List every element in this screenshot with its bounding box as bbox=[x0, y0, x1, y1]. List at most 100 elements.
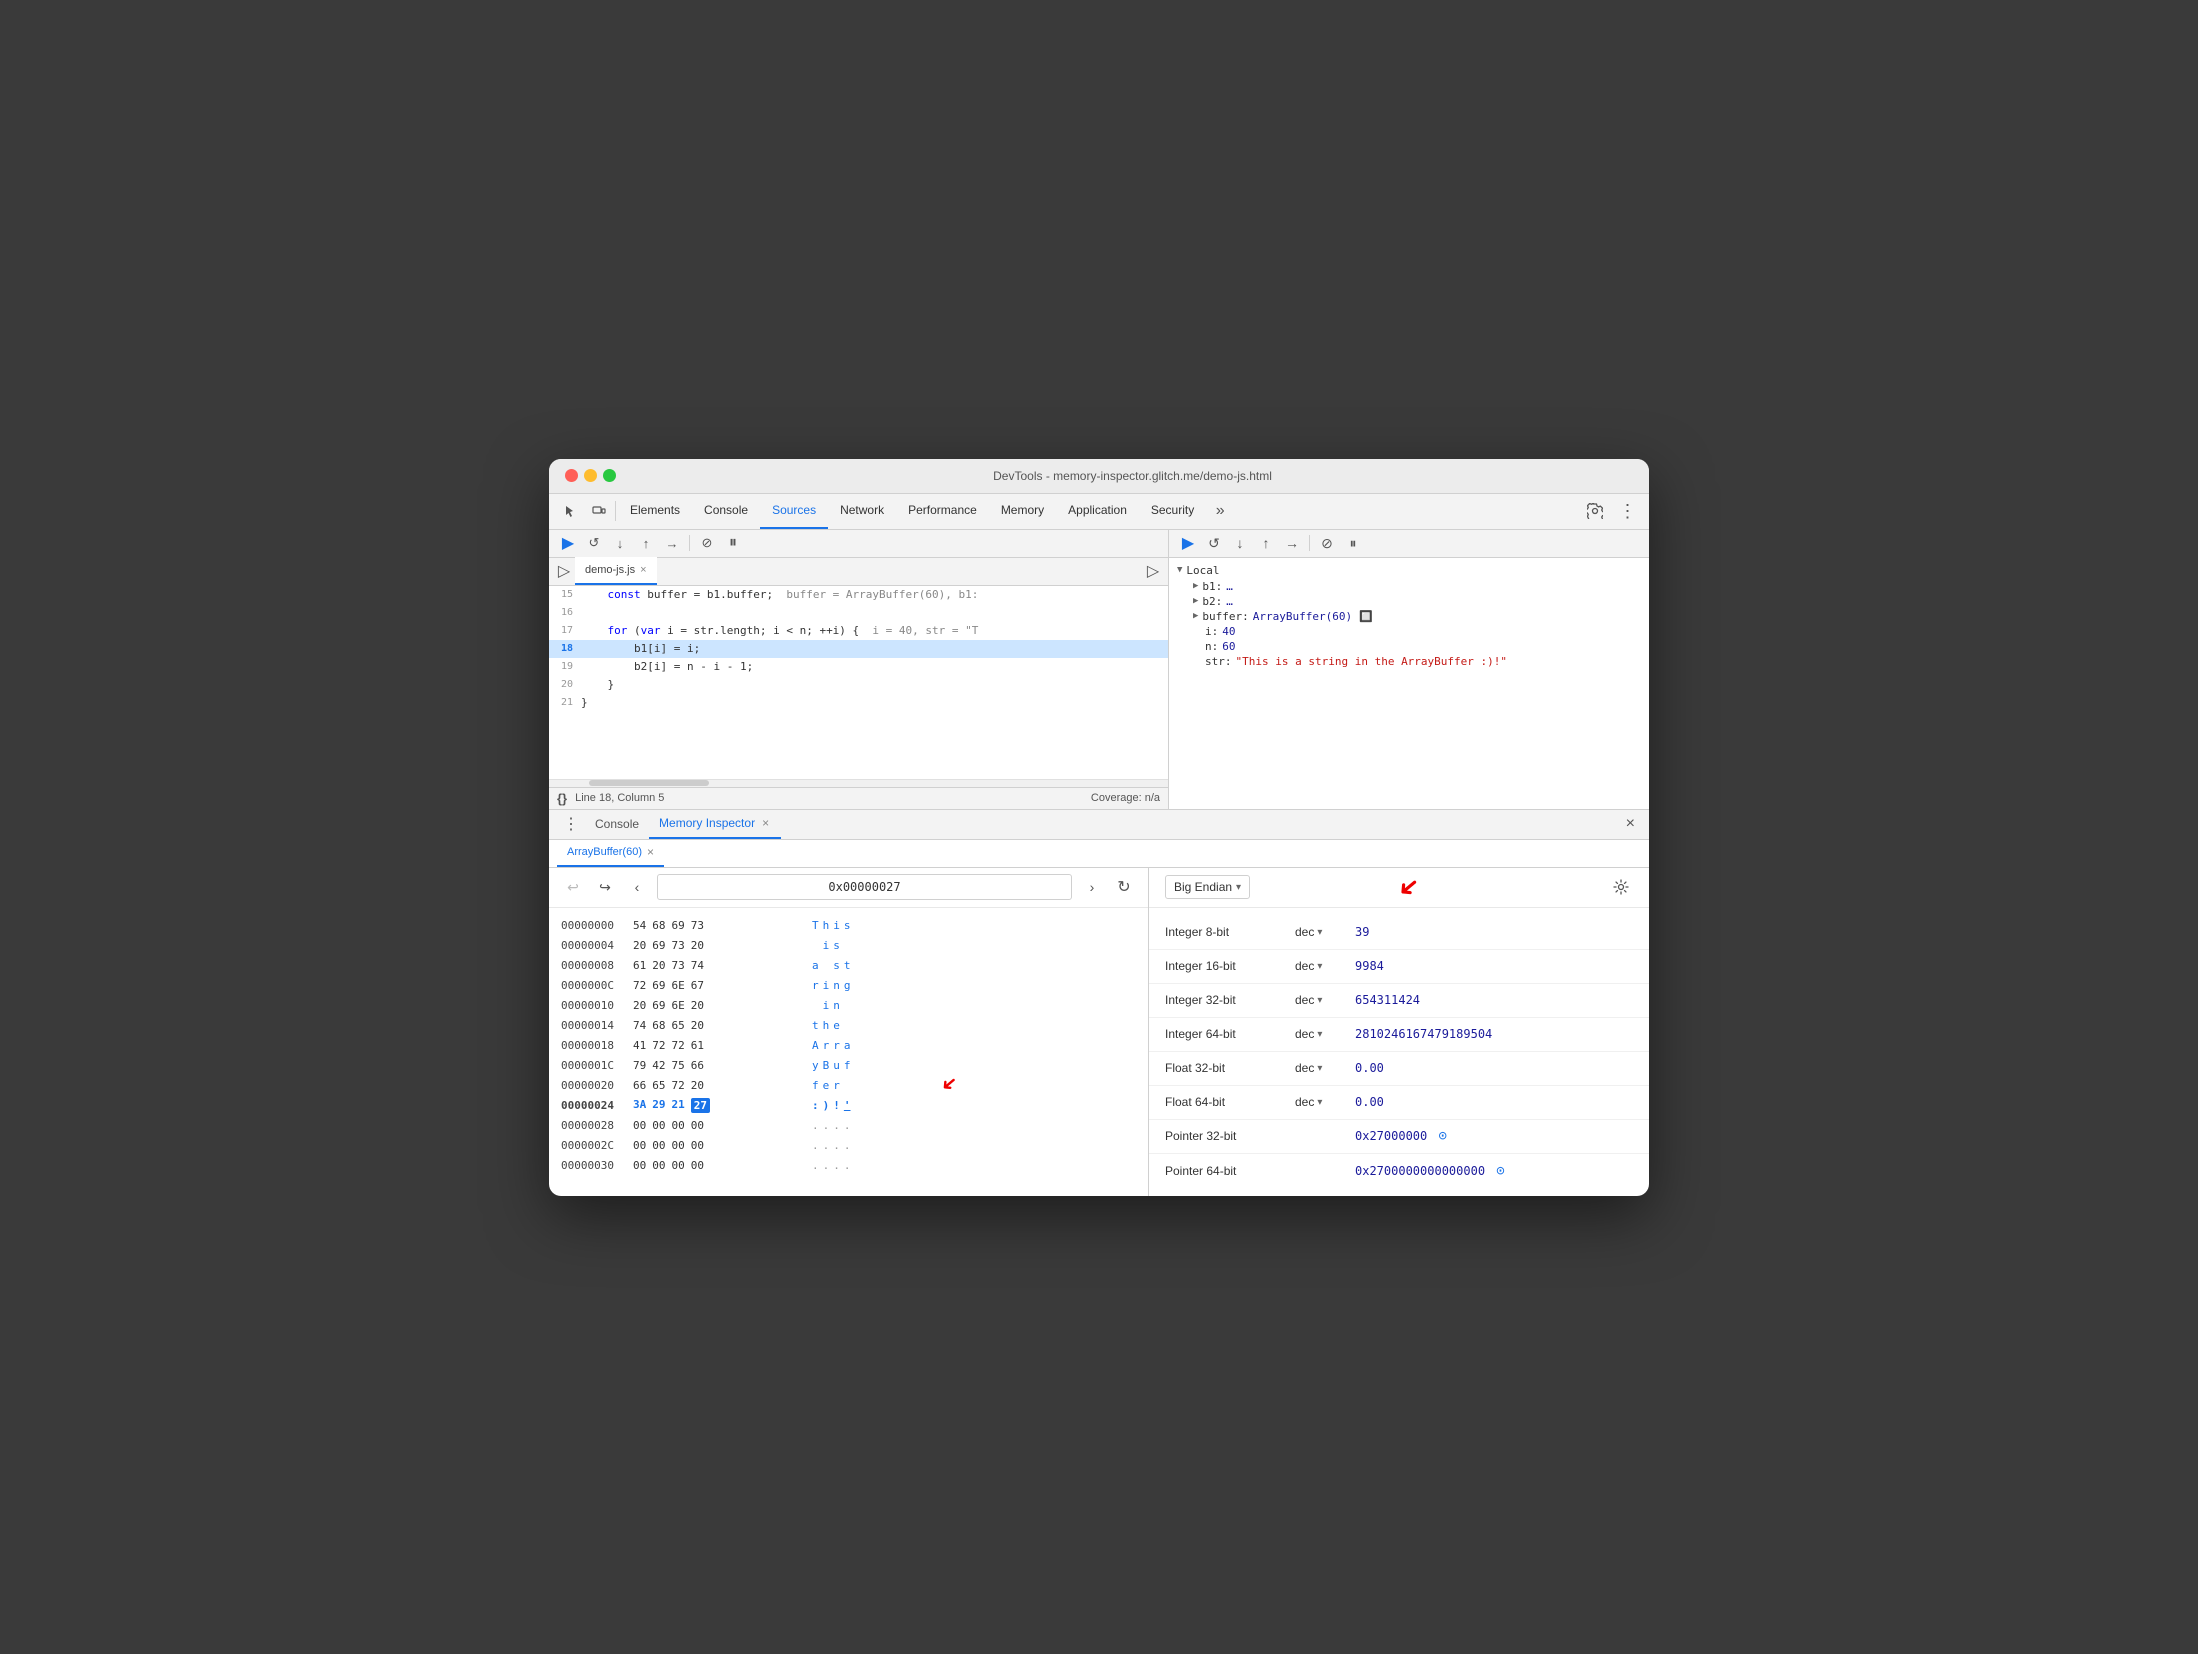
step-into-button[interactable]: ↓ bbox=[609, 532, 631, 554]
inspector-content: Integer 8-bit dec ▾ 39 Integer 16-bit bbox=[1149, 908, 1649, 1196]
tab-console-bottom[interactable]: Console bbox=[585, 809, 649, 839]
scope-step-out[interactable]: ↑ bbox=[1255, 532, 1277, 554]
buffer-icon[interactable]: 🔲 bbox=[1359, 610, 1373, 623]
hex-address-input[interactable] bbox=[657, 874, 1072, 900]
device-toggle-icon[interactable] bbox=[585, 497, 613, 525]
sources-panel: ▶ ↺ ↓ ↑ → ⊘ ⏸ ▷ demo-js.js × bbox=[549, 530, 1169, 809]
ptr64-link[interactable]: ⊙ bbox=[1496, 1163, 1504, 1179]
settings-icon[interactable] bbox=[1581, 497, 1609, 525]
hex-row-1c: 0000001C 79 42 75 66 y B bbox=[561, 1056, 1136, 1076]
cursor-icon[interactable] bbox=[557, 497, 585, 525]
float64-value: 0.00 bbox=[1355, 1095, 1633, 1109]
hex-row-14: 00000014 74 68 65 20 t h bbox=[561, 1016, 1136, 1036]
scope-b1[interactable]: ▶ b1: … bbox=[1177, 579, 1641, 594]
tab-network[interactable]: Network bbox=[828, 493, 896, 529]
debug-separator bbox=[689, 535, 690, 551]
bottom-tab-menu[interactable]: ⋮ bbox=[557, 814, 585, 834]
pause-exceptions-button[interactable]: ⏸ bbox=[722, 532, 744, 554]
hex-refresh-btn[interactable]: ↻ bbox=[1112, 875, 1136, 899]
hex-redo-btn[interactable]: ↪ bbox=[593, 875, 617, 899]
scope-i: i: 40 bbox=[1177, 624, 1641, 639]
more-options-icon[interactable]: ⋮ bbox=[1613, 497, 1641, 525]
step-out-button[interactable]: ↑ bbox=[635, 532, 657, 554]
scope-no-bp[interactable]: ⊘ bbox=[1316, 532, 1338, 554]
ptr32-value: 0x27000000 ⊙ bbox=[1355, 1128, 1633, 1144]
toolbar-divider bbox=[615, 501, 616, 521]
hex-next-btn[interactable]: › bbox=[1080, 875, 1104, 899]
file-tab-overflow[interactable]: ▷ bbox=[1142, 560, 1164, 582]
file-tab-demo-js[interactable]: demo-js.js × bbox=[575, 557, 657, 585]
endian-select[interactable]: Big Endian ▾ bbox=[1165, 875, 1250, 899]
selected-byte[interactable]: 27 bbox=[691, 1098, 710, 1113]
tab-console[interactable]: Console bbox=[692, 493, 760, 529]
mi-subtab-close[interactable]: × bbox=[647, 845, 654, 859]
scope-resume-btn[interactable]: ▶ bbox=[1177, 532, 1199, 554]
hex-row-18: 00000018 41 72 72 61 A r bbox=[561, 1036, 1136, 1056]
inspector-ptr32: Pointer 32-bit 0x27000000 ⊙ bbox=[1149, 1120, 1649, 1154]
statusbar-position: Line 18, Column 5 bbox=[575, 792, 664, 804]
code-area: 15 const buffer = b1.buffer; buffer = Ar… bbox=[549, 586, 1168, 779]
tab-sources[interactable]: Sources bbox=[760, 493, 828, 529]
tab-memory-inspector[interactable]: Memory Inspector × bbox=[649, 809, 781, 839]
code-scroll-thumb[interactable] bbox=[589, 780, 709, 786]
file-tab-close[interactable]: × bbox=[640, 564, 646, 576]
tab-memory[interactable]: Memory bbox=[989, 493, 1056, 529]
bottom-tabbar: ⋮ Console Memory Inspector × × bbox=[549, 810, 1649, 840]
traffic-lights bbox=[565, 469, 616, 482]
hex-undo-btn[interactable]: ↩ bbox=[561, 875, 585, 899]
buffer-arrow: ▶ bbox=[1193, 611, 1198, 621]
minimize-button[interactable] bbox=[584, 469, 597, 482]
file-tabbar: ▷ demo-js.js × ▷ bbox=[549, 558, 1168, 586]
scope-step-over[interactable]: ↺ bbox=[1203, 532, 1225, 554]
debug-toolbar: ▶ ↺ ↓ ↑ → ⊘ ⏸ bbox=[549, 530, 1168, 558]
hex-row-10: 00000010 20 69 6E 20 i bbox=[561, 996, 1136, 1016]
tab-elements[interactable]: Elements bbox=[618, 493, 692, 529]
inspector-panel: Big Endian ▾ ➜ bbox=[1149, 868, 1649, 1196]
panel-close-icon[interactable]: × bbox=[1620, 815, 1641, 833]
code-line-18: 18 b1[i] = i; bbox=[549, 640, 1168, 658]
inspector-int8: Integer 8-bit dec ▾ 39 bbox=[1149, 916, 1649, 950]
titlebar: DevTools - memory-inspector.glitch.me/de… bbox=[549, 459, 1649, 494]
scope-pause[interactable]: ⏸ bbox=[1342, 532, 1364, 554]
int64-format-arrow: ▾ bbox=[1317, 1029, 1322, 1040]
mi-body: ↩ ↪ ‹ › ↻ 00000000 bbox=[549, 868, 1649, 1196]
close-button[interactable] bbox=[565, 469, 578, 482]
scope-local-header[interactable]: ▼ Local bbox=[1177, 562, 1641, 579]
endian-label: Big Endian bbox=[1174, 880, 1232, 894]
scope-step[interactable]: → bbox=[1281, 532, 1303, 554]
hex-grid: 00000000 54 68 69 73 T h bbox=[549, 908, 1148, 1196]
code-line-15: 15 const buffer = b1.buffer; buffer = Ar… bbox=[549, 586, 1168, 604]
step-button[interactable]: → bbox=[661, 532, 683, 554]
statusbar-format-icon[interactable]: {} bbox=[557, 791, 567, 806]
inspector-toolbar: Big Endian ▾ ➜ bbox=[1149, 868, 1649, 908]
scope-b2[interactable]: ▶ b2: … bbox=[1177, 594, 1641, 609]
mi-subtab-bar: ArrayBuffer(60) × bbox=[549, 840, 1649, 868]
float32-value: 0.00 bbox=[1355, 1061, 1633, 1075]
breakpoints-button[interactable]: ⊘ bbox=[696, 532, 718, 554]
hex-panel: ↩ ↪ ‹ › ↻ 00000000 bbox=[549, 868, 1149, 1196]
b2-arrow: ▶ bbox=[1193, 596, 1198, 606]
scope-step-into[interactable]: ↓ bbox=[1229, 532, 1251, 554]
code-line-17: 17 for (var i = str.length; i < n; ++i) … bbox=[549, 622, 1168, 640]
file-run-icon[interactable]: ▷ bbox=[553, 560, 575, 582]
fullscreen-button[interactable] bbox=[603, 469, 616, 482]
resume-button[interactable]: ▶ bbox=[557, 532, 579, 554]
devtools-toolbar: Elements Console Sources Network Perform… bbox=[549, 494, 1649, 530]
step-over-button[interactable]: ↺ bbox=[583, 532, 605, 554]
hex-row-4: 00000004 20 69 73 20 i bbox=[561, 936, 1136, 956]
tab-performance[interactable]: Performance bbox=[896, 493, 989, 529]
tab-application[interactable]: Application bbox=[1056, 493, 1139, 529]
scope-str: str: "This is a string in the ArrayBuffe… bbox=[1177, 654, 1641, 669]
hex-row-2c: 0000002C 00 00 00 00 . . bbox=[561, 1136, 1136, 1156]
mi-arraybuffer-tab[interactable]: ArrayBuffer(60) × bbox=[557, 840, 664, 868]
hex-prev-btn[interactable]: ‹ bbox=[625, 875, 649, 899]
code-scrollbar[interactable] bbox=[549, 779, 1168, 787]
scope-content: ▼ Local ▶ b1: … ▶ b2: … bbox=[1169, 558, 1649, 809]
scope-local-arrow: ▼ bbox=[1177, 565, 1182, 575]
scope-buffer[interactable]: ▶ buffer: ArrayBuffer(60) 🔲 bbox=[1177, 609, 1641, 624]
more-tabs-icon[interactable]: » bbox=[1206, 497, 1234, 525]
ptr32-link[interactable]: ⊙ bbox=[1438, 1128, 1446, 1144]
tab-security[interactable]: Security bbox=[1139, 493, 1206, 529]
memory-inspector-close-btn[interactable]: × bbox=[760, 816, 771, 830]
inspector-settings-icon[interactable] bbox=[1609, 875, 1633, 899]
